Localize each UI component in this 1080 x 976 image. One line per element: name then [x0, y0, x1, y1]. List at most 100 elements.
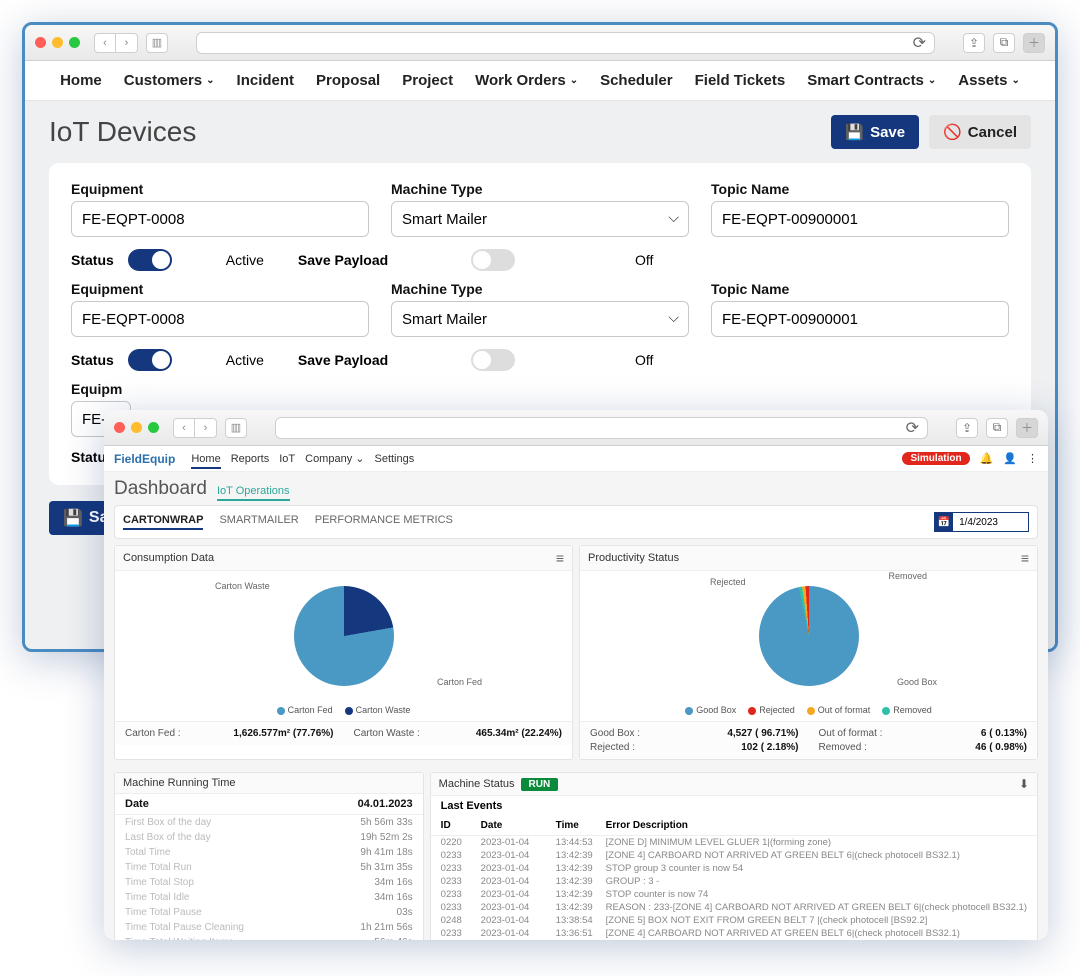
running-time-row: Time Total Idle34m 16s [115, 890, 423, 905]
nav-incident[interactable]: Incident [237, 72, 295, 89]
kebab-icon[interactable]: ⋮ [1027, 452, 1038, 465]
save-payload-toggle-2[interactable] [471, 349, 515, 371]
nav-assets[interactable]: Assets⌄ [958, 72, 1020, 89]
running-time-row: Time Total Stop34m 16s [115, 875, 423, 890]
back-button[interactable]: ‹ [94, 33, 116, 53]
equipment-input-2[interactable] [71, 301, 369, 337]
avatar[interactable]: 👤 [1003, 452, 1017, 465]
nav-scheduler[interactable]: Scheduler [600, 72, 673, 89]
maximize-icon[interactable] [148, 422, 159, 433]
event-row: 02202023-01-0413:44:53[ZONE D] MINIMUM L… [431, 836, 1037, 849]
app-nav-2: FieldEquip HomeReportsIoTCompany ⌄Settin… [104, 446, 1048, 472]
save-payload-toggle[interactable] [471, 249, 515, 271]
pie-chart-consumption [294, 586, 394, 686]
machine-type-field-2: Machine Type Smart Mailer [391, 281, 689, 337]
machine-type-select-2[interactable]: Smart Mailer [391, 301, 689, 337]
panel-consumption: Consumption Data≡ Carton Waste Carton Fe… [114, 545, 573, 760]
forward-button[interactable]: › [195, 418, 217, 438]
machine-type-field: Machine Type Smart Mailer [391, 181, 689, 237]
status-toggle-2[interactable] [128, 349, 172, 371]
tab-smartmailer[interactable]: SMARTMAILER [219, 514, 298, 530]
nav2-reports[interactable]: Reports [231, 453, 270, 465]
running-time-row: First Box of the day5h 56m 33s [115, 815, 423, 830]
topic-name-input-2[interactable] [711, 301, 1009, 337]
event-row: 02332023-01-0413:42:39STOP counter is no… [431, 888, 1037, 901]
event-row: 02332023-01-0413:36:51[ZONE 4] CARBOARD … [431, 927, 1037, 940]
dashboard-header: Dashboard IoT Operations [114, 478, 1038, 501]
share-icon[interactable]: ⇪ [963, 33, 985, 53]
nav-project[interactable]: Project [402, 72, 453, 89]
traffic-lights-2 [114, 422, 159, 433]
running-time-row: Time Total Waiting Items56m 46s [115, 935, 423, 940]
calendar-icon: 📅 [935, 513, 953, 531]
bell-icon[interactable]: 🔔 [980, 452, 994, 465]
sidebar-toggle-icon[interactable]: ▥ [146, 33, 168, 53]
panel-running-time: Machine Running Time Date04.01.2023 Firs… [114, 772, 424, 940]
page-title: IoT Devices [49, 116, 196, 148]
tab-performance-metrics[interactable]: PERFORMANCE METRICS [315, 514, 453, 530]
equipment-field: Equipment [71, 181, 369, 237]
event-row: 02482023-01-0413:38:54[ZONE 5] BOX NOT E… [431, 914, 1037, 927]
tabs-icon[interactable]: ⧉ [986, 418, 1008, 438]
close-icon[interactable] [114, 422, 125, 433]
pie-chart-productivity [759, 586, 859, 686]
nav-field-tickets[interactable]: Field Tickets [695, 72, 786, 89]
close-icon[interactable] [35, 37, 46, 48]
panel-machine-status: Machine StatusRUN ⬇ Last Events ID Date … [430, 772, 1038, 940]
reload-icon[interactable]: ⟳ [906, 418, 919, 438]
running-time-row: Time Total Pause03s [115, 905, 423, 920]
tabs-row: CARTONWRAP SMARTMAILER PERFORMANCE METRICS… [114, 505, 1038, 539]
panel-productivity: Productivity Status≡ Rejected Removed Go… [579, 545, 1038, 760]
nav-proposal[interactable]: Proposal [316, 72, 380, 89]
running-time-row: Time Total Pause Cleaning1h 21m 56s [115, 920, 423, 935]
nav2-company[interactable]: Company ⌄ [305, 453, 364, 465]
nav2-settings[interactable]: Settings [374, 453, 414, 465]
run-badge: RUN [521, 778, 559, 791]
equipment-input[interactable] [71, 201, 369, 237]
maximize-icon[interactable] [69, 37, 80, 48]
legend-productivity: Good Box Rejected Out of format Removed [580, 701, 1037, 721]
dashboard-tabs: CARTONWRAP SMARTMAILER PERFORMANCE METRICS [123, 514, 453, 530]
event-row: 02332023-01-0413:42:39STOP group 3 count… [431, 862, 1037, 875]
nav-arrows: ‹ › [94, 33, 138, 53]
titlebar-2: ‹ › ▥ ⟳ ⇪ ⧉ ＋ [104, 410, 1048, 446]
forward-button[interactable]: › [116, 33, 138, 53]
download-icon[interactable]: ⬇ [1019, 777, 1029, 791]
nav-arrows-2: ‹ › [173, 418, 217, 438]
event-row: 02332023-01-0413:42:39[ZONE 4] CARBOARD … [431, 849, 1037, 862]
panel-menu-icon[interactable]: ≡ [556, 550, 564, 566]
back-button[interactable]: ‹ [173, 418, 195, 438]
machine-type-select[interactable]: Smart Mailer [391, 201, 689, 237]
status-row: Status Active Save Payload Off [71, 249, 1009, 271]
dashboard-title: Dashboard [114, 478, 207, 500]
status-toggle[interactable] [128, 249, 172, 271]
nav-smart-contracts[interactable]: Smart Contracts⌄ [807, 72, 936, 89]
save-button[interactable]: 💾 Save [831, 115, 919, 149]
tab-cartonwrap[interactable]: CARTONWRAP [123, 514, 203, 530]
topic-name-input[interactable] [711, 201, 1009, 237]
nav2-iot[interactable]: IoT [279, 453, 295, 465]
minimize-icon[interactable] [52, 37, 63, 48]
date-picker[interactable]: 📅 1/4/2023 [934, 512, 1029, 532]
panel-menu-icon[interactable]: ≡ [1021, 550, 1029, 566]
address-bar-2[interactable]: ⟳ [275, 417, 928, 439]
new-tab-icon[interactable]: ＋ [1023, 33, 1045, 53]
share-icon[interactable]: ⇪ [956, 418, 978, 438]
dashboard-subtab[interactable]: IoT Operations [217, 485, 290, 501]
event-row: 02332023-01-0413:42:39REASON : 233-[ZONE… [431, 901, 1037, 914]
reload-icon[interactable]: ⟳ [913, 33, 926, 53]
stats-consumption: Carton Fed :1,626.577m² (77.76%) Carton … [115, 721, 572, 745]
status-row-2: Status Active Save Payload Off [71, 349, 1009, 371]
nav-home[interactable]: Home [60, 72, 102, 89]
nav-customers[interactable]: Customers⌄ [124, 72, 215, 89]
nav-work-orders[interactable]: Work Orders⌄ [475, 72, 578, 89]
page-header: IoT Devices 💾 Save 🚫 Cancel [49, 115, 1031, 149]
sidebar-toggle-icon[interactable]: ▥ [225, 418, 247, 438]
browser-window-2: ‹ › ▥ ⟳ ⇪ ⧉ ＋ FieldEquip HomeReportsIoTC… [104, 410, 1048, 940]
tabs-icon[interactable]: ⧉ [993, 33, 1015, 53]
address-bar[interactable]: ⟳ [196, 32, 935, 54]
nav2-home[interactable]: Home [191, 453, 220, 469]
new-tab-icon[interactable]: ＋ [1016, 418, 1038, 438]
cancel-button[interactable]: 🚫 Cancel [929, 115, 1031, 149]
minimize-icon[interactable] [131, 422, 142, 433]
